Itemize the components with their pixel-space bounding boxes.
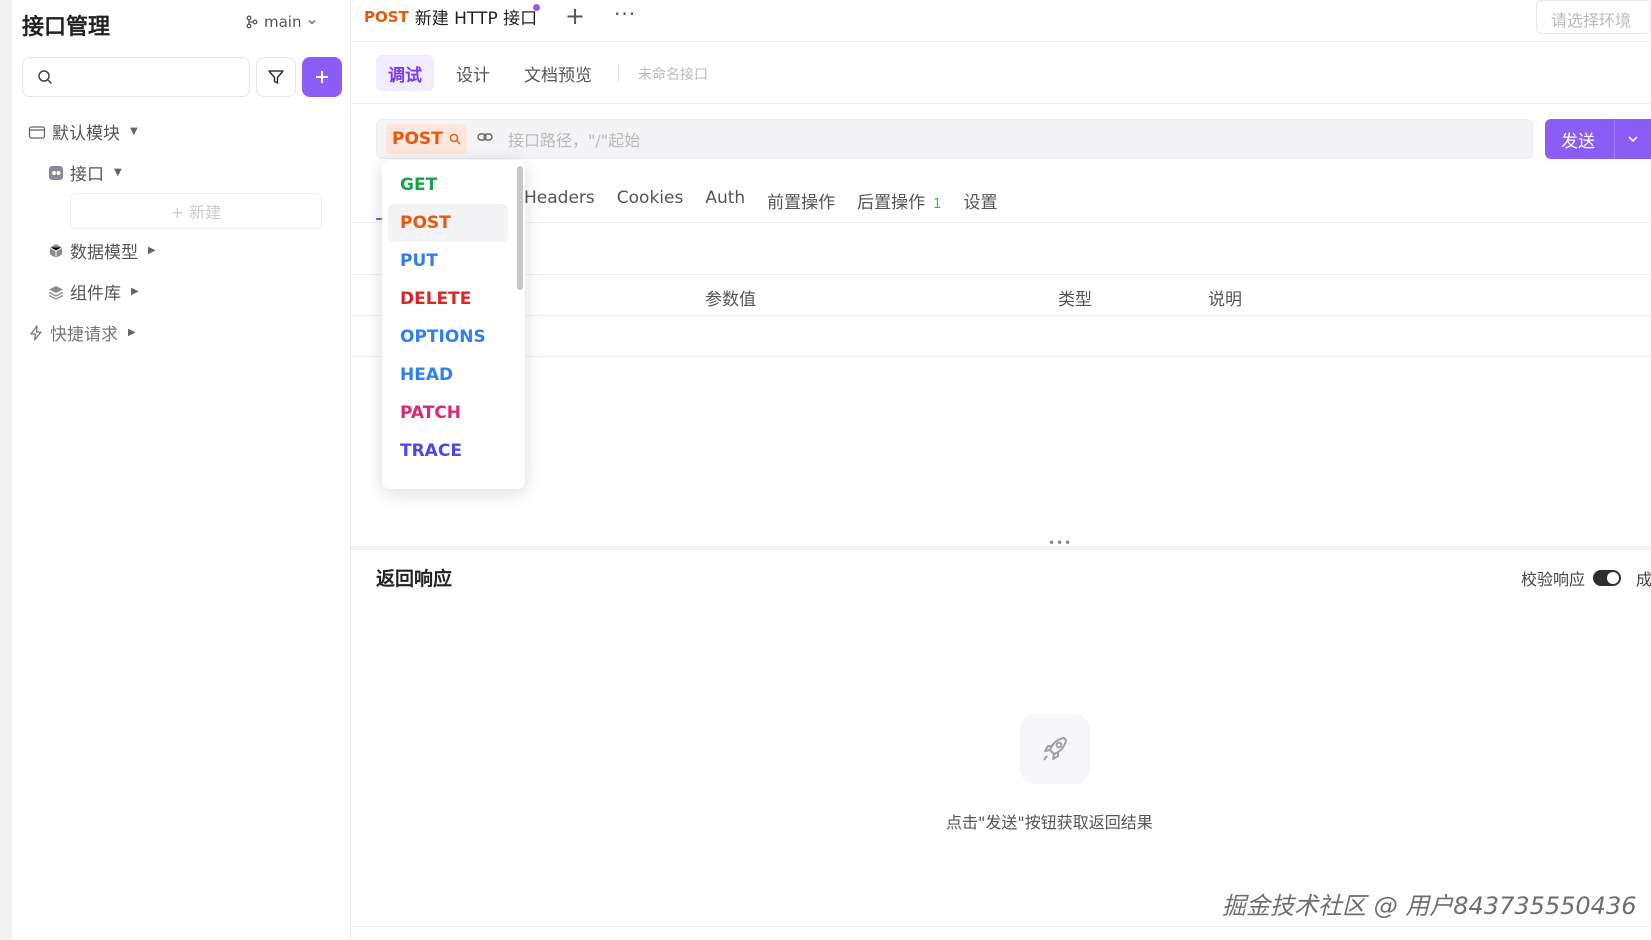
- folder-icon: [28, 125, 46, 139]
- rocket-icon: [1043, 737, 1067, 761]
- column-header-type: 类型: [1058, 290, 1092, 310]
- api-name-field[interactable]: 未命名接口: [638, 64, 708, 84]
- verify-label: 校验响应: [1521, 570, 1586, 589]
- dropdown-scrollbar[interactable]: [517, 166, 523, 290]
- tab-post-ops[interactable]: 后置操作 1: [857, 188, 941, 213]
- tab-auth[interactable]: Auth: [705, 188, 745, 213]
- layers-icon: [48, 285, 64, 300]
- method-option-trace[interactable]: TRACE: [388, 432, 508, 470]
- verify-response: 校验响应: [1521, 566, 1622, 590]
- tab-cookies[interactable]: Cookies: [617, 188, 684, 213]
- truncated-label: 成: [1636, 570, 1651, 589]
- method-option-patch[interactable]: PATCH: [388, 394, 508, 432]
- branch-name: main: [264, 13, 302, 31]
- tab-bar: [351, 0, 1651, 42]
- panel-splitter[interactable]: [351, 546, 1651, 550]
- mode-tabs: 调试 设计 文档预览: [376, 55, 604, 91]
- new-api-button[interactable]: + 新建: [70, 193, 322, 229]
- tree-item-default-module[interactable]: 默认模块 ▼: [28, 119, 138, 144]
- method-select[interactable]: POST: [386, 124, 467, 154]
- method-option-get[interactable]: GET: [388, 166, 508, 204]
- method-option-head[interactable]: HEAD: [388, 356, 508, 394]
- divider: [351, 315, 1651, 316]
- column-header-value: 参数值: [705, 290, 756, 310]
- filter-button[interactable]: [256, 57, 296, 97]
- tab-post-ops-label: 后置操作: [857, 193, 926, 213]
- tab-doc-preview[interactable]: 文档预览: [512, 55, 604, 91]
- watermark: 掘金技术社区 @ 用户843735550436: [1222, 892, 1637, 920]
- new-tab-button[interactable]: +: [565, 2, 585, 30]
- empty-response-text: 点击"发送"按钮获取返回结果: [946, 813, 1153, 832]
- tree-item-components[interactable]: 组件库 ▶: [48, 279, 139, 304]
- splitter-handle-icon[interactable]: •••: [1048, 536, 1072, 550]
- api-icon: [49, 165, 63, 180]
- tree-item-label: 数据模型: [70, 243, 138, 263]
- caret-down-icon: ▼: [130, 126, 138, 137]
- divider: [351, 222, 1651, 223]
- search-box[interactable]: [22, 57, 250, 97]
- divider: [351, 103, 1651, 104]
- branch-selector[interactable]: main: [246, 13, 317, 31]
- method-option-put[interactable]: PUT: [388, 242, 508, 280]
- plus-icon: [316, 71, 328, 83]
- tab-method: POST: [364, 7, 409, 26]
- tab-title: 新建 HTTP 接口: [414, 9, 538, 29]
- chevron-down-icon: [309, 20, 316, 25]
- search-input[interactable]: [63, 66, 243, 90]
- more-tabs-button[interactable]: ···: [614, 2, 636, 26]
- caret-right-icon: ▶: [131, 286, 139, 297]
- tree-item-label: 接口: [70, 165, 104, 185]
- tree-item-label: 组件库: [70, 284, 121, 304]
- tab-new-http-api[interactable]: POST 新建 HTTP 接口: [364, 4, 538, 30]
- search-icon: [449, 133, 461, 145]
- caret-right-icon: ▶: [128, 327, 136, 338]
- method-dropdown: GET POST PUT DELETE OPTIONS HEAD PATCH T…: [382, 160, 525, 489]
- divider: [351, 356, 1651, 357]
- tree-item-label: 快捷请求: [50, 325, 118, 345]
- tab-debug[interactable]: 调试: [376, 55, 434, 91]
- rocket-icon-container: [1020, 714, 1090, 784]
- sidebar-title: 接口管理: [22, 15, 111, 40]
- unsaved-dot: [533, 4, 540, 11]
- divider: [351, 274, 1651, 275]
- tab-headers[interactable]: Headers: [524, 188, 595, 213]
- post-ops-count: 1: [933, 197, 942, 212]
- method-option-delete[interactable]: DELETE: [388, 280, 508, 318]
- search-icon: [38, 70, 53, 85]
- tab-settings[interactable]: 设置: [963, 188, 997, 213]
- tree-item-data-model[interactable]: 数据模型 ▶: [48, 238, 156, 263]
- send-options-button[interactable]: [1614, 119, 1651, 159]
- filter-icon: [268, 70, 284, 84]
- divider: [351, 926, 1651, 927]
- method-label: POST: [392, 129, 443, 149]
- outer-strip: [0, 0, 12, 940]
- branch-icon: [246, 15, 258, 29]
- caret-down-icon: ▼: [114, 167, 122, 178]
- method-option-post[interactable]: POST: [388, 204, 508, 242]
- cube-icon: [49, 243, 63, 258]
- tree-item-label: 默认模块: [52, 124, 120, 144]
- verify-toggle[interactable]: [1593, 570, 1622, 586]
- add-button[interactable]: [302, 57, 342, 97]
- divider: [618, 64, 619, 82]
- chevron-down-icon: [1628, 136, 1638, 143]
- tab-design[interactable]: 设计: [444, 55, 502, 91]
- lightning-icon: [30, 324, 42, 341]
- environment-select[interactable]: 请选择环境: [1536, 0, 1651, 34]
- response-title: 返回响应: [376, 568, 453, 590]
- send-label: 发送: [1561, 131, 1595, 152]
- request-tabs: Headers Cookies Auth 前置操作 后置操作 1 设置: [524, 188, 997, 213]
- tab-pre-ops[interactable]: 前置操作: [767, 188, 835, 213]
- link-icon[interactable]: [476, 128, 494, 146]
- tree-item-api[interactable]: 接口 ▼: [48, 160, 122, 185]
- caret-right-icon: ▶: [148, 245, 156, 256]
- column-header-description: 说明: [1208, 290, 1242, 310]
- method-option-options[interactable]: OPTIONS: [388, 318, 508, 356]
- tree-item-quick-request[interactable]: 快捷请求 ▶: [28, 320, 136, 345]
- url-input[interactable]: [508, 128, 1508, 152]
